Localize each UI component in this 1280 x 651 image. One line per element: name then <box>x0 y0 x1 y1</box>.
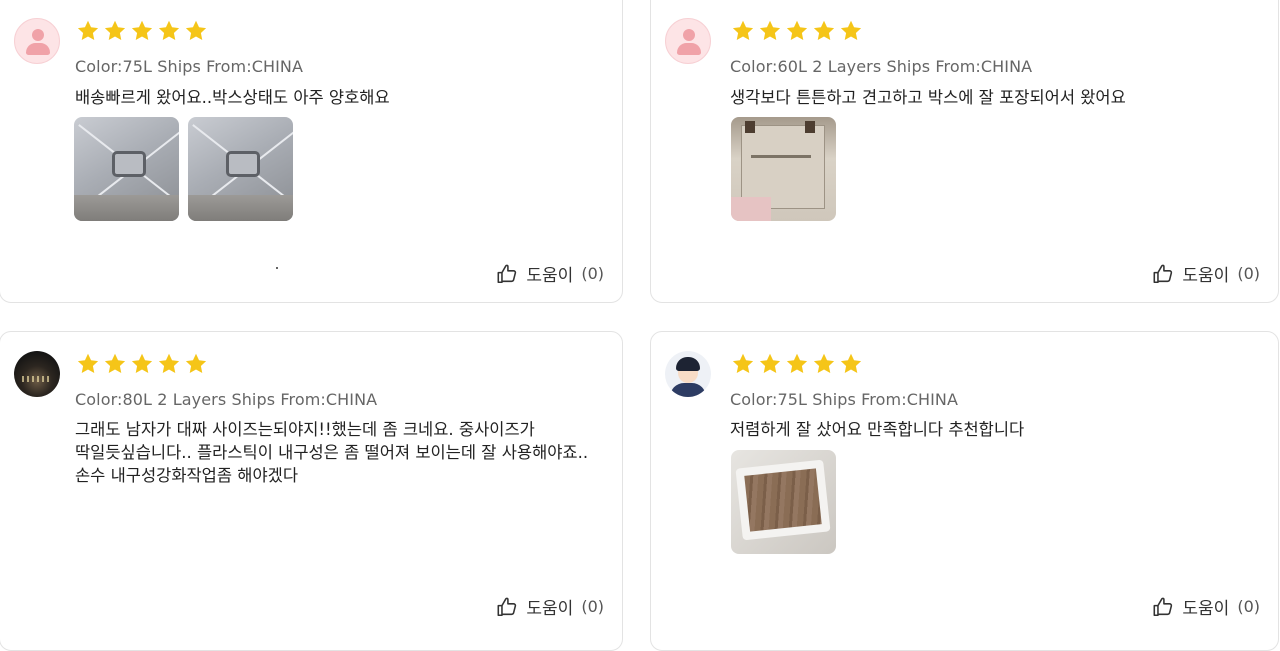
review-card: Color:75L Ships From:CHINA 배송빠르게 왔어요..박스… <box>0 0 623 303</box>
star-icon <box>103 19 127 43</box>
helpful-label: 도움이 <box>526 266 574 286</box>
star-icon <box>758 352 782 376</box>
helpful-button[interactable]: 도움이 (0) <box>1152 594 1260 619</box>
review-photos <box>74 117 293 221</box>
review-text: 생각보다 튼튼하고 견고하고 박스에 잘 포장되어서 왔어요 <box>730 88 1126 107</box>
thumbs-up-icon <box>496 596 518 618</box>
helpful-button[interactable]: 도움이 (0) <box>496 261 604 286</box>
review-photos <box>731 450 836 554</box>
thumbs-up-icon <box>1152 263 1174 285</box>
review-card: Color:80L 2 Layers Ships From:CHINA 그래도 … <box>0 331 623 651</box>
star-icon <box>184 352 208 376</box>
review-card: Color:75L Ships From:CHINA 저렴하게 잘 샀어요 만족… <box>650 331 1279 651</box>
helpful-label: 도움이 <box>526 599 574 619</box>
star-icon <box>839 352 863 376</box>
cartoon-man-avatar-icon <box>665 351 711 397</box>
default-user-avatar-icon <box>665 18 711 64</box>
star-icon <box>157 19 181 43</box>
product-variant: Color:80L 2 Layers Ships From:CHINA <box>75 390 378 409</box>
helpful-button[interactable]: 도움이 (0) <box>1152 261 1260 286</box>
helpful-count: (0) <box>1237 597 1260 616</box>
star-icon <box>758 19 782 43</box>
star-rating <box>76 19 208 43</box>
star-rating <box>76 352 208 376</box>
review-photos <box>731 117 836 221</box>
helpful-label: 도움이 <box>1182 266 1230 286</box>
review-photo[interactable] <box>74 117 179 221</box>
night-scene-avatar-icon <box>14 351 60 397</box>
star-icon <box>130 352 154 376</box>
star-icon <box>812 352 836 376</box>
star-icon <box>130 19 154 43</box>
star-icon <box>731 352 755 376</box>
divider-dot <box>276 267 278 269</box>
star-icon <box>157 352 181 376</box>
product-variant: Color:75L Ships From:CHINA <box>75 57 304 76</box>
star-icon <box>103 352 127 376</box>
star-icon <box>76 19 100 43</box>
star-icon <box>76 352 100 376</box>
product-variant: Color:60L 2 Layers Ships From:CHINA <box>730 57 1033 76</box>
review-text: 그래도 남자가 대짜 사이즈는되야지!!했는데 좀 크네요. 중사이즈가 딱일듯… <box>75 420 594 485</box>
star-icon <box>812 19 836 43</box>
review-photo[interactable] <box>731 450 836 554</box>
review-card: Color:60L 2 Layers Ships From:CHINA 생각보다… <box>650 0 1279 303</box>
review-text: 저렴하게 잘 샀어요 만족합니다 추천합니다 <box>730 420 1025 439</box>
star-icon <box>785 19 809 43</box>
star-icon <box>731 19 755 43</box>
helpful-label: 도움이 <box>1182 599 1230 619</box>
star-icon <box>839 19 863 43</box>
thumbs-up-icon <box>496 263 518 285</box>
review-text: 배송빠르게 왔어요..박스상태도 아주 양호해요 <box>75 88 390 107</box>
star-icon <box>785 352 809 376</box>
helpful-count: (0) <box>1237 264 1260 283</box>
helpful-count: (0) <box>581 264 604 283</box>
star-rating <box>731 352 863 376</box>
star-rating <box>731 19 863 43</box>
product-variant: Color:75L Ships From:CHINA <box>730 390 959 409</box>
star-icon <box>184 19 208 43</box>
default-user-avatar-icon <box>14 18 60 64</box>
helpful-button[interactable]: 도움이 (0) <box>496 594 604 619</box>
review-photo[interactable] <box>731 117 836 221</box>
helpful-count: (0) <box>581 597 604 616</box>
thumbs-up-icon <box>1152 596 1174 618</box>
review-photo[interactable] <box>188 117 293 221</box>
